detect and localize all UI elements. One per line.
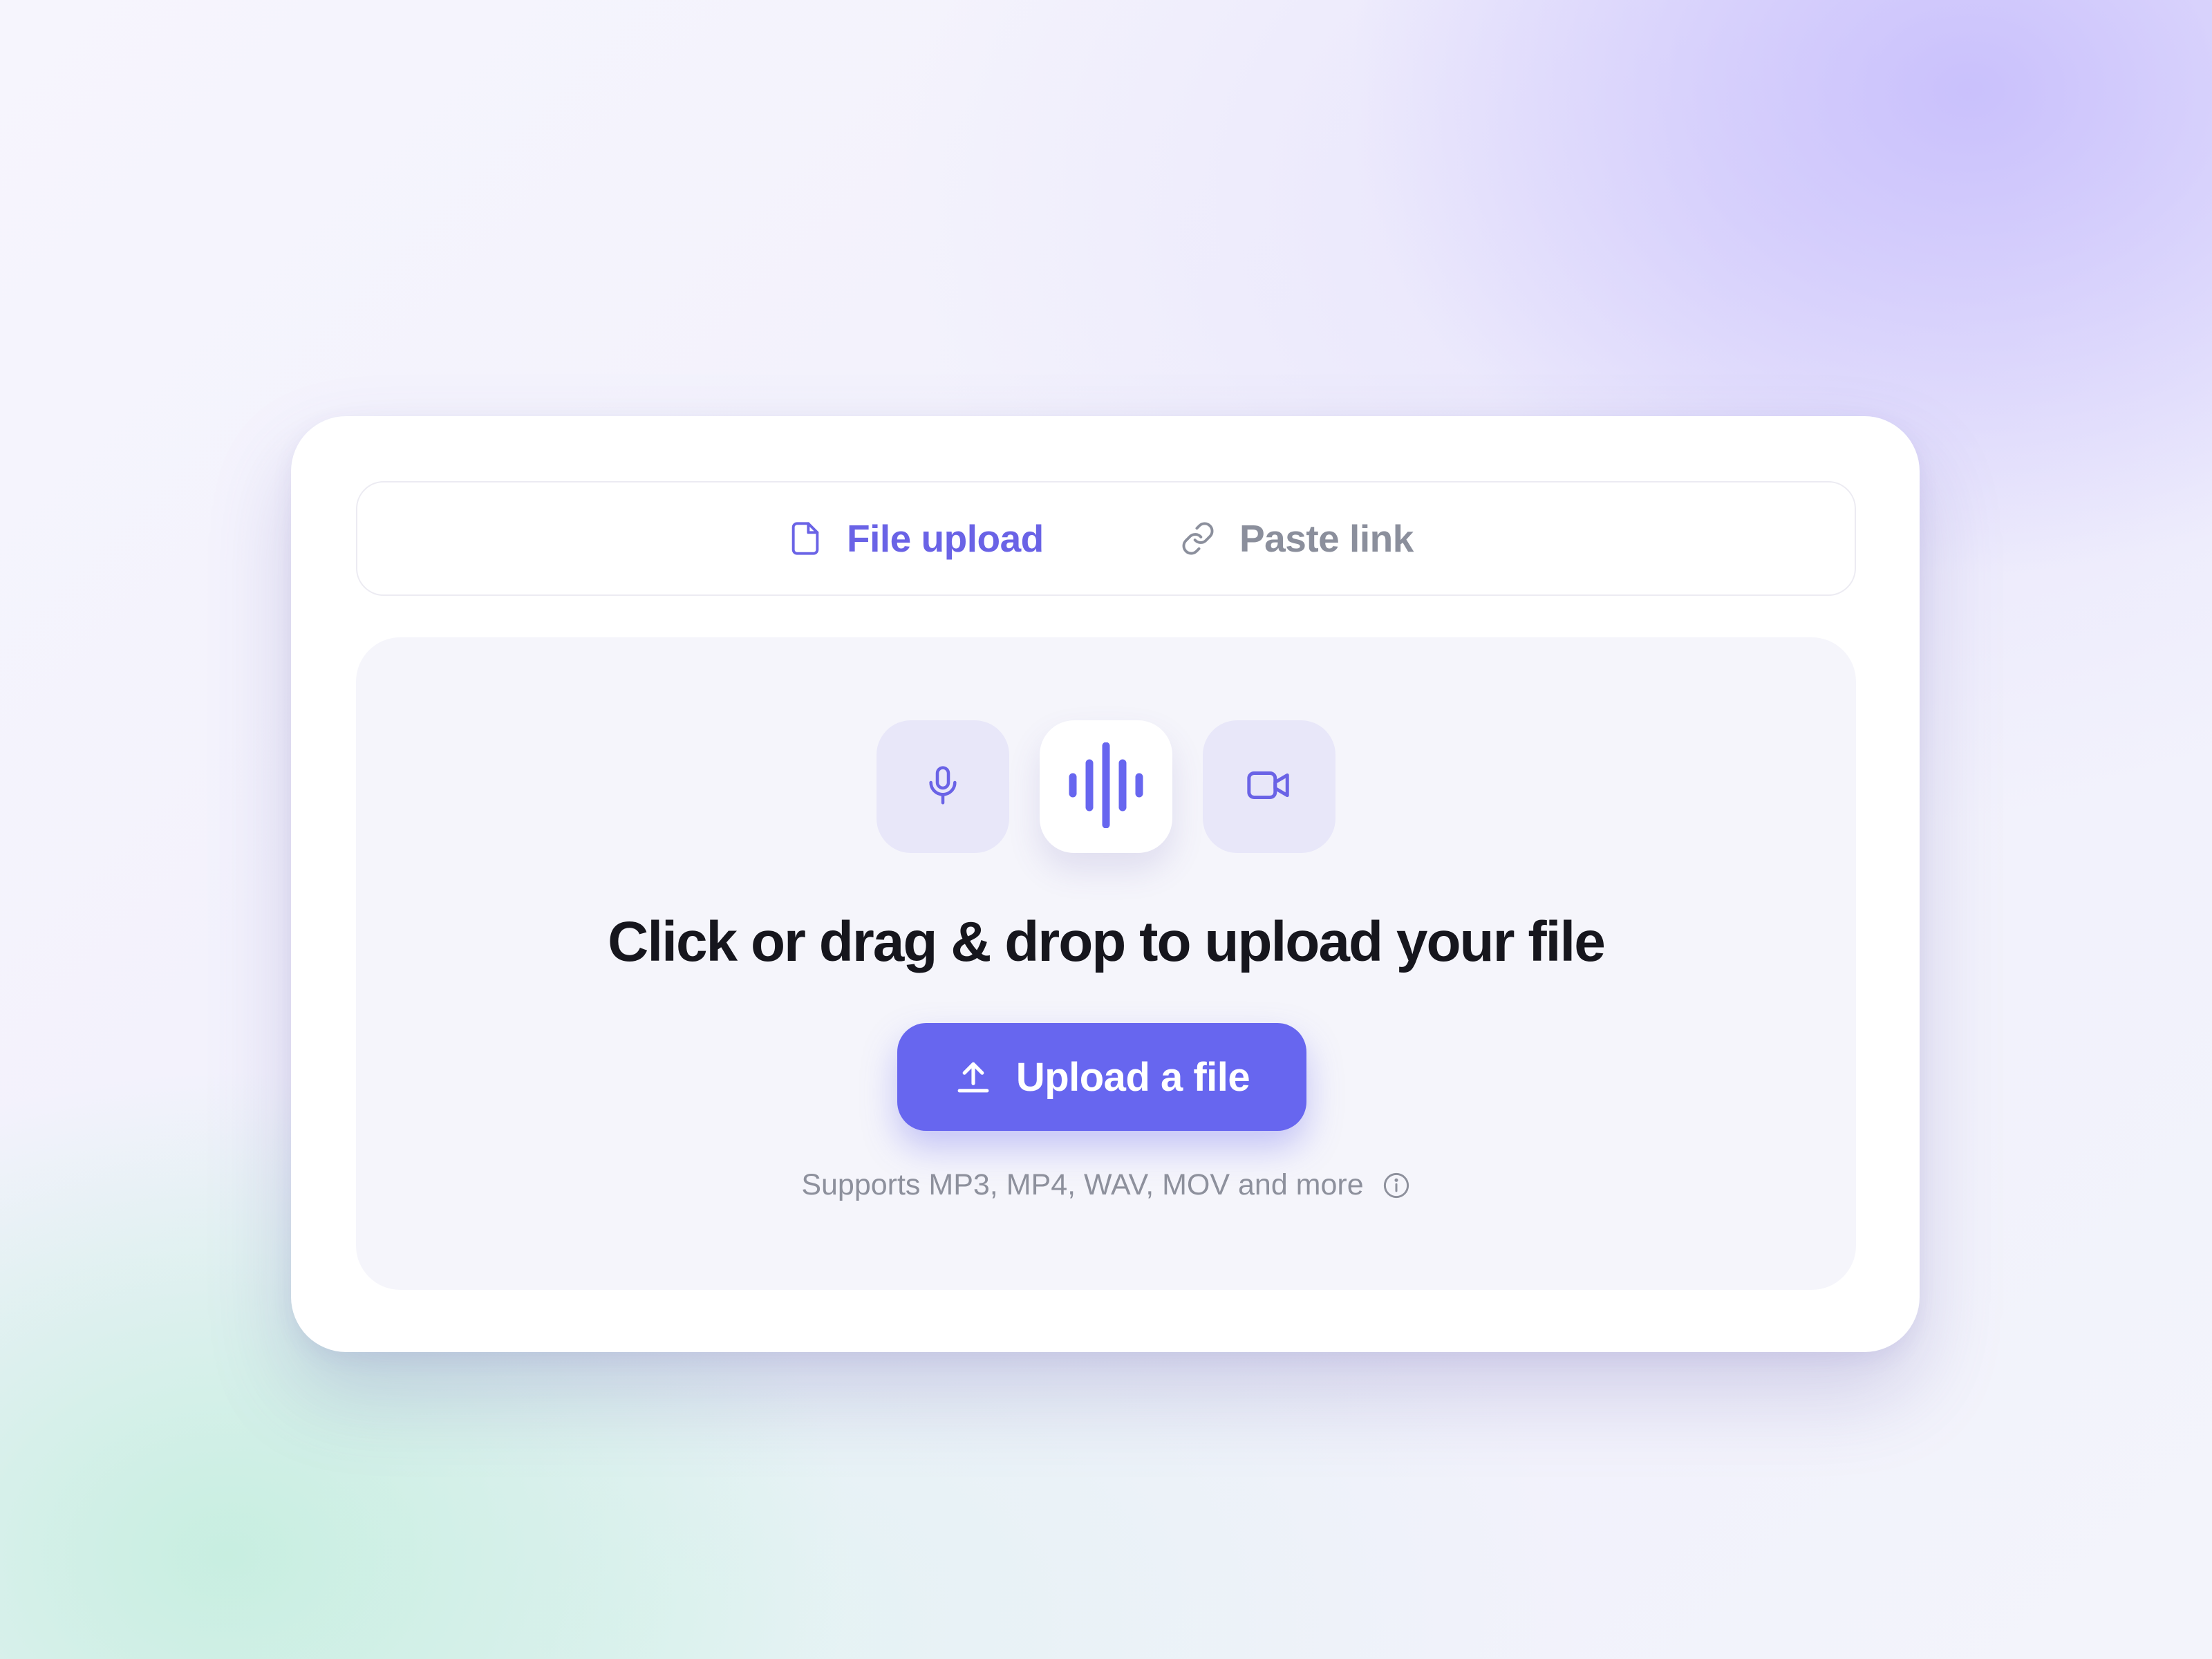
file-dropzone[interactable]: Click or drag & drop to upload your file… [356, 637, 1856, 1290]
link-icon [1180, 521, 1216, 556]
tab-paste-link-label: Paste link [1239, 517, 1414, 560]
upload-file-button[interactable]: Upload a file [897, 1023, 1306, 1131]
upload-card: File upload Paste link Click or drag & d… [291, 416, 1920, 1352]
info-icon[interactable] [1382, 1171, 1411, 1200]
audio-waveform-icon [1063, 742, 1149, 832]
video-tile [1203, 720, 1335, 853]
tab-paste-link[interactable]: Paste link [1180, 482, 1414, 594]
upload-method-tabs: File upload Paste link [356, 481, 1856, 596]
video-camera-icon [1245, 761, 1293, 813]
tab-file-upload-label: File upload [847, 517, 1044, 560]
supported-formats-text: Supports MP3, MP4, WAV, MOV and more [801, 1168, 1364, 1201]
file-icon [787, 521, 823, 556]
microphone-icon [921, 763, 965, 811]
dropzone-headline: Click or drag & drop to upload your file [608, 910, 1606, 973]
upload-icon [954, 1058, 993, 1096]
supported-formats: Supports MP3, MP4, WAV, MOV and more [356, 1168, 1856, 1202]
tab-file-upload[interactable]: File upload [787, 482, 1044, 594]
upload-file-button-label: Upload a file [1015, 1054, 1250, 1100]
audio-waveform-tile [1040, 720, 1172, 853]
microphone-tile [877, 720, 1009, 853]
